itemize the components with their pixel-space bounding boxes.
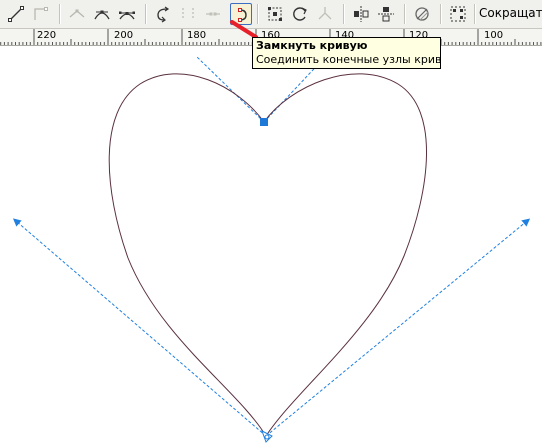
align-nodes-button[interactable]: [314, 3, 336, 25]
stretch-scale-nodes-icon: [268, 7, 282, 21]
ruler-label: 100: [484, 30, 504, 41]
extract-subpath-icon: [206, 12, 220, 16]
ruler-label: 220: [37, 30, 57, 41]
control-handle-line[interactable]: [265, 218, 531, 437]
to-curve-icon: [34, 7, 48, 20]
symmetrical-node-button[interactable]: [116, 3, 138, 25]
drawing-surface: [12, 55, 531, 443]
ruler-label: 200: [114, 30, 134, 41]
reverse-direction-button[interactable]: [152, 3, 174, 25]
reflect-horizontal-icon: [354, 6, 369, 22]
to-line-icon: [8, 6, 24, 22]
cusp-node-icon: [69, 9, 85, 18]
cusp-node-button[interactable]: [66, 3, 88, 25]
rotate-skew-nodes-button[interactable]: [289, 3, 311, 25]
close-curve-icon: [238, 8, 247, 22]
elastic-mode-button[interactable]: [411, 3, 433, 25]
align-nodes-icon: [318, 7, 332, 20]
toolbar-separator: [404, 4, 406, 24]
symmetrical-node-icon: [119, 11, 135, 20]
property-toolbar: Сокращать: [0, 0, 542, 29]
tooltip: Замкнуть кривую Соединить конечные узлы …: [252, 37, 441, 69]
toolbar-separator: [257, 4, 259, 24]
toolbar-separator: [145, 4, 147, 24]
extract-subpath-button[interactable]: [202, 3, 224, 25]
reverse-direction-icon: [157, 6, 170, 23]
reflect-vertical-button[interactable]: [375, 3, 397, 25]
toolbar-separator: [343, 4, 345, 24]
reduce-nodes-label[interactable]: Сокращать: [479, 6, 542, 20]
stretch-scale-nodes-button[interactable]: [264, 3, 286, 25]
control-handle-line[interactable]: [12, 218, 267, 437]
select-all-nodes-button[interactable]: [447, 3, 469, 25]
close-curve-button[interactable]: [230, 3, 252, 25]
elastic-mode-icon: [415, 7, 429, 21]
to-line-button[interactable]: [5, 3, 27, 25]
drawing-canvas[interactable]: [0, 46, 542, 448]
select-all-nodes-icon: [450, 6, 466, 22]
extend-curve-button[interactable]: [177, 3, 199, 25]
toolbar-separator: [440, 4, 442, 24]
to-curve-button[interactable]: [30, 3, 52, 25]
extend-curve-icon: [182, 8, 194, 20]
tooltip-title: Замкнуть кривую: [256, 39, 368, 52]
heart-curve[interactable]: [108, 73, 427, 437]
ruler-label: 180: [187, 30, 207, 41]
reflect-horizontal-button[interactable]: [350, 3, 372, 25]
selected-node[interactable]: [260, 118, 268, 126]
smooth-node-button[interactable]: [91, 3, 113, 25]
toolbar-separator: [59, 4, 61, 24]
reflect-vertical-icon: [378, 7, 394, 22]
smooth-node-icon: [94, 10, 110, 20]
rotate-skew-nodes-icon: [293, 7, 307, 21]
toolbar-separator: [474, 4, 476, 24]
tooltip-description: Соединить конечные узлы кривой.: [256, 53, 441, 66]
